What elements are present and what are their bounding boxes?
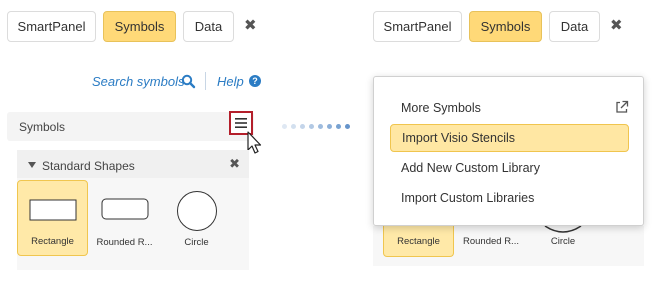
left-tab-smartpanel[interactable]: SmartPanel xyxy=(7,11,96,42)
dot xyxy=(309,124,314,129)
right-rectangle-tile[interactable]: Rectangle xyxy=(383,226,454,257)
link-separator xyxy=(205,72,206,90)
shape-tile-circle[interactable]: Circle xyxy=(161,180,232,256)
shape-tile-rectangle[interactable]: Rectangle xyxy=(17,180,88,256)
left-tab-data[interactable]: Data xyxy=(183,11,234,42)
right-tab-data[interactable]: Data xyxy=(549,11,600,42)
right-tab-smartpanel[interactable]: SmartPanel xyxy=(373,11,462,42)
rectangle-shape-icon xyxy=(29,199,77,221)
menu-item-label: Import Visio Stencils xyxy=(402,131,516,145)
symbols-dropdown-menu: More Symbols Import Visio Stencils Add N… xyxy=(373,76,644,226)
library-close-icon[interactable]: ✖ xyxy=(229,156,240,172)
collapse-triangle-icon[interactable] xyxy=(28,162,36,168)
circle-shape-icon xyxy=(177,191,217,231)
symbols-header-title: Symbols xyxy=(19,120,66,134)
dot xyxy=(345,124,350,129)
right-shapes-peek: Rectangle Rounded R... Circle xyxy=(373,226,644,266)
left-close-icon[interactable]: ✖ xyxy=(244,16,257,34)
dot xyxy=(327,124,332,129)
symbols-header: Symbols xyxy=(7,112,254,141)
standard-shapes-library: Standard Shapes ✖ Rectangle Rounded R...… xyxy=(17,150,249,270)
library-header[interactable]: Standard Shapes ✖ xyxy=(17,150,249,178)
dot xyxy=(300,124,305,129)
shape-label: Rectangle xyxy=(31,236,74,247)
shape-tile-rounded-rectangle[interactable]: Rounded R... xyxy=(89,180,160,256)
shape-label: Rounded R... xyxy=(96,237,153,248)
left-tab-symbols[interactable]: Symbols xyxy=(103,11,176,42)
shape-label: Rectangle xyxy=(397,236,440,247)
dot xyxy=(318,124,323,129)
circle-shape-icon xyxy=(544,226,582,233)
shape-label: Rounded R... xyxy=(463,236,519,247)
menu-item-import-custom-libraries[interactable]: Import Custom Libraries xyxy=(390,184,629,212)
dot xyxy=(291,124,296,129)
right-close-icon[interactable]: ✖ xyxy=(610,16,623,34)
rounded-rectangle-shape-icon xyxy=(101,198,149,220)
menu-item-label: More Symbols xyxy=(401,101,481,115)
help-icon[interactable]: ? xyxy=(249,75,261,87)
mouse-cursor-icon xyxy=(247,131,262,154)
external-link-icon xyxy=(616,100,629,113)
menu-item-label: Import Custom Libraries xyxy=(401,191,535,205)
search-icon[interactable] xyxy=(181,74,196,89)
shape-label: Circle xyxy=(184,237,209,248)
hamburger-menu-icon xyxy=(235,118,247,128)
menu-item-import-visio-stencils[interactable]: Import Visio Stencils xyxy=(390,124,629,152)
dot xyxy=(282,124,287,129)
help-link[interactable]: Help xyxy=(217,74,244,89)
right-tab-symbols[interactable]: Symbols xyxy=(469,11,542,42)
menu-item-label: Add New Custom Library xyxy=(401,161,540,175)
menu-item-add-new-custom-library[interactable]: Add New Custom Library xyxy=(390,154,629,182)
library-title: Standard Shapes xyxy=(42,159,135,173)
shape-label: Circle xyxy=(550,236,576,247)
menu-item-more-symbols[interactable]: More Symbols xyxy=(390,94,629,122)
dot xyxy=(336,124,341,129)
search-symbols-link[interactable]: Search symbols xyxy=(92,74,184,89)
